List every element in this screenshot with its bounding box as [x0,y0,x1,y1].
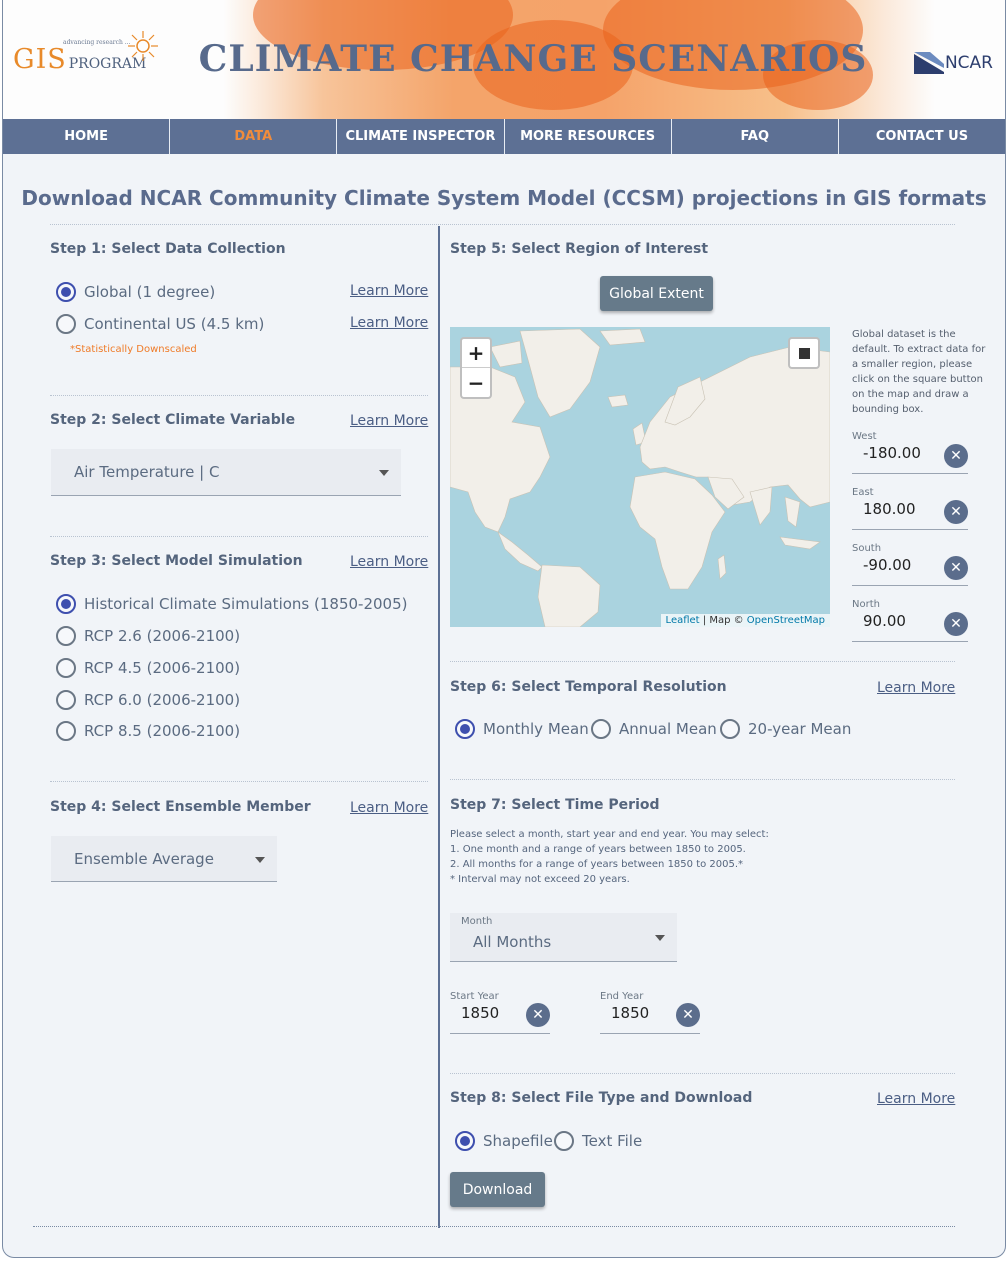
divider [50,536,428,537]
radio-indicator[interactable] [56,282,76,302]
radio-text-file[interactable]: Text File [554,1131,642,1151]
divider [50,781,428,782]
page-title: Download NCAR Community Climate System M… [21,186,987,210]
square-icon [798,347,810,359]
clear-start-year-button[interactable]: ✕ [526,1003,550,1027]
clear-north-button[interactable]: ✕ [944,612,968,636]
osm-link[interactable]: OpenStreetMap [747,615,825,626]
radio-rcp60[interactable]: RCP 6.0 (2006-2100) [56,690,240,710]
download-button[interactable]: Download [450,1172,545,1207]
region-map[interactable]: + − Leaflet | Map © OpenStreetMap [450,327,830,627]
ncar-mark-icon [913,52,944,74]
chevron-down-icon [255,856,265,863]
radio-indicator[interactable] [554,1131,574,1151]
chevron-down-icon [655,935,665,941]
nav-more-resources[interactable]: MORE RESOURCES [505,119,672,154]
radio-continental-us[interactable]: Continental US (4.5 km) [56,314,264,334]
step4-heading: Step 4: Select Ensemble Member [50,799,311,815]
close-icon: ✕ [532,1007,544,1023]
step1-heading: Step 1: Select Data Collection [50,241,286,257]
column-divider [438,226,440,1228]
east-label: East [852,487,874,498]
learn-more-simulation[interactable]: Learn More [350,554,428,570]
step8-heading: Step 8: Select File Type and Download [450,1090,753,1106]
step7-heading: Step 7: Select Time Period [450,797,660,813]
step5-heading: Step 5: Select Region of Interest [450,241,709,257]
global-extent-button[interactable]: Global Extent [600,276,713,311]
zoom-in-button[interactable]: + [462,339,490,368]
radio-indicator[interactable] [56,314,76,334]
region-instructions: Global dataset is the default. To extrac… [852,329,986,415]
learn-more-global[interactable]: Learn More [350,283,428,299]
close-icon: ✕ [950,560,962,576]
radio-monthly-mean[interactable]: Monthly Mean [455,719,589,739]
close-icon: ✕ [950,504,962,520]
step6-heading: Step 6: Select Temporal Resolution [450,679,727,695]
radio-indicator[interactable] [591,719,611,739]
radio-indicator[interactable] [720,719,740,739]
radio-indicator[interactable] [56,690,76,710]
start-year-label: Start Year [450,991,499,1002]
divider [50,224,955,225]
learn-more-ensemble[interactable]: Learn More [350,800,428,816]
radio-20-year-mean[interactable]: 20-year Mean [720,719,851,739]
divider [50,395,428,396]
clear-end-year-button[interactable]: ✕ [676,1003,700,1027]
step2-heading: Step 2: Select Climate Variable [50,412,296,428]
close-icon: ✕ [950,616,962,632]
radio-indicator[interactable] [56,594,76,614]
radio-indicator[interactable] [56,658,76,678]
radio-indicator[interactable] [455,1131,475,1151]
radio-rcp45[interactable]: RCP 4.5 (2006-2100) [56,658,240,678]
map-attribution: Leaflet | Map © OpenStreetMap [660,614,830,627]
step3-heading: Step 3: Select Model Simulation [50,553,303,569]
close-icon: ✕ [950,448,962,464]
radio-global[interactable]: Global (1 degree) [56,282,215,302]
radio-annual-mean[interactable]: Annual Mean [591,719,717,739]
zoom-out-button[interactable]: − [462,368,490,397]
footer-divider [33,1226,955,1227]
learn-more-temporal[interactable]: Learn More [877,680,955,696]
chevron-down-icon [379,470,389,476]
nav-home[interactable]: HOME [3,119,171,154]
radio-historical[interactable]: Historical Climate Simulations (1850-200… [56,594,407,614]
radio-indicator[interactable] [455,719,475,739]
clear-west-button[interactable]: ✕ [944,444,968,468]
ensemble-member-select[interactable]: Ensemble Average [51,836,277,882]
world-map-graphic [450,328,830,627]
clear-south-button[interactable]: ✕ [944,556,968,580]
leaflet-link[interactable]: Leaflet [666,615,700,626]
time-period-info: Please select a month, start year and en… [450,829,769,885]
nav-contact-us[interactable]: CONTACT US [839,119,1005,154]
divider [450,1073,955,1074]
west-label: West [852,431,877,442]
end-year-label: End Year [600,991,644,1002]
radio-indicator[interactable] [56,721,76,741]
learn-more-variable[interactable]: Learn More [350,413,428,429]
learn-more-continental[interactable]: Learn More [350,315,428,331]
nav-data[interactable]: DATA [170,119,338,154]
close-icon: ✕ [682,1007,694,1023]
ncar-logo[interactable]: NCAR [913,52,993,74]
radio-rcp26[interactable]: RCP 2.6 (2006-2100) [56,626,240,646]
zoom-control: + − [460,337,492,399]
radio-shapefile[interactable]: Shapefile [455,1131,553,1151]
north-label: North [852,599,880,610]
main-nav: HOME DATA CLIMATE INSPECTOR MORE RESOURC… [3,119,1005,154]
site-title: CLIMATE CHANGE SCENARIOS [198,38,868,80]
downscaled-note: *Statistically Downscaled [70,344,197,355]
draw-rectangle-button[interactable] [788,337,820,369]
south-label: South [852,543,882,554]
radio-rcp85[interactable]: RCP 8.5 (2006-2100) [56,721,240,741]
divider [450,661,955,662]
climate-variable-select[interactable]: Air Temperature | C [51,449,401,496]
clear-east-button[interactable]: ✕ [944,500,968,524]
radio-indicator[interactable] [56,626,76,646]
divider [450,779,955,780]
nav-faq[interactable]: FAQ [672,119,839,154]
month-select[interactable]: Month All Months [450,913,677,962]
learn-more-file-type[interactable]: Learn More [877,1091,955,1107]
header-banner: advancing research ... GIS PROGRAM CLIMAT… [3,0,1005,119]
nav-climate-inspector[interactable]: CLIMATE INSPECTOR [337,119,505,154]
